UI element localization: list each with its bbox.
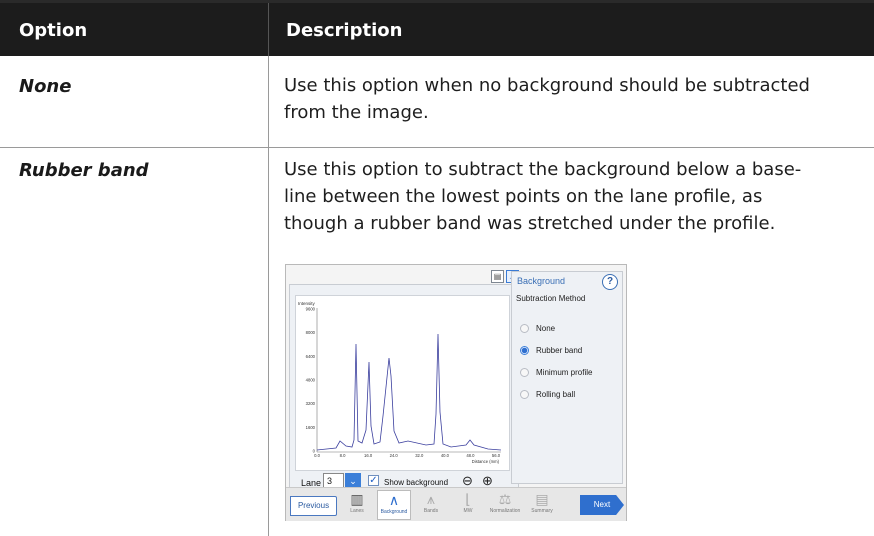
y-tick-label: 6400 [306,354,316,359]
description-line: Use this option to subtract the backgrou… [284,159,802,180]
wizard-nav: Previous ▥ Lanes ∧ Background ⩚ Bands ⌊ MW ⚖… [286,487,626,521]
x-tick-label: 8.0 [340,453,346,458]
background-settings-panel: Background ? Subtraction Method None Rub… [511,271,623,484]
step-bands[interactable]: ⩚ Bands [414,490,448,520]
summary-icon: ▤ [535,491,549,507]
header-option: Option [19,20,88,41]
description-line: Use this option when no background shoul… [284,75,810,96]
radio-rolling-ball[interactable] [520,390,529,399]
radio-rolling-ball-label: Rolling ball [536,390,576,399]
x-tick-label: 40.0 [441,453,450,458]
step-lanes[interactable]: ▥ Lanes [340,490,374,520]
profile-plot: Intensity 9600 8000 6400 4800 3200 1600 0 0.0 8… [295,295,510,471]
description-rubber-band: Use this option to subtract the backgrou… [284,156,864,237]
option-none: None [19,76,72,97]
step-mw[interactable]: ⌊ MW [451,490,485,520]
x-tick-label: 56.0 [492,453,501,458]
radio-rubber-band-label: Rubber band [536,346,583,355]
radio-minimum-profile[interactable] [520,368,529,377]
x-tick-label: 24.0 [390,453,399,458]
table-header: Option Description [0,0,874,59]
x-tick-label: 0.0 [314,453,320,458]
profile-svg: Intensity 9600800064004800320016000 0.0 8… [298,301,502,464]
y-tick-label: 3200 [306,401,316,406]
intensity-trace [316,333,502,451]
subtraction-method-label: Subtraction Method [516,294,586,303]
previous-button[interactable]: Previous [290,496,337,516]
header-divider [268,3,269,59]
background-icon: ∧ [388,492,400,508]
x-tick-label: 32.0 [415,453,424,458]
step-label: Bands [423,508,439,514]
column-divider [268,56,269,536]
step-label: MW [463,508,473,514]
background-screenshot: ▤ ⟋ Intensity 9600800064004800320016000 … [285,264,627,521]
step-summary[interactable]: ▤ Summary [525,490,559,520]
option-rubber-band: Rubber band [19,160,149,181]
header-description: Description [286,20,403,41]
panel-title: Background [517,276,566,286]
x-axis-label: Distance (mm) [472,459,500,464]
y-tick-label: 4800 [306,378,316,383]
step-label: Lanes [350,508,364,514]
step-label: Background [380,509,408,515]
radio-none-label: None [536,324,556,333]
step-label: Summary [531,508,553,514]
y-axis-label: Intensity [298,301,316,306]
table-view-icon[interactable]: ▤ [491,270,504,283]
y-tick-label: 8000 [306,330,316,335]
bands-icon: ⩚ [427,491,435,507]
step-normalization[interactable]: ⚖ Normalization [488,490,522,520]
lanes-icon: ▥ [350,491,364,507]
radio-none[interactable] [520,324,529,333]
next-button[interactable]: Next [580,495,624,515]
help-icon[interactable]: ? [602,274,618,290]
y-tick-label: 9600 [306,307,316,312]
row-divider [0,147,874,148]
description-line: though a rubber band was stretched under… [284,213,776,234]
step-label: Normalization [489,508,521,514]
step-background[interactable]: ∧ Background [377,490,411,520]
description-line: from the image. [284,102,429,123]
description-none: Use this option when no background shoul… [284,72,864,126]
radio-minimum-profile-label: Minimum profile [536,368,593,377]
description-line: line between the lowest points on the la… [284,186,763,207]
y-tick-label: 1600 [306,425,316,430]
mw-icon: ⌊ [465,491,471,507]
radio-rubber-band[interactable] [520,346,529,355]
x-tick-label: 48.0 [466,453,475,458]
show-background-checkbox[interactable]: ✓ [368,475,379,486]
x-tick-label: 16.0 [364,453,373,458]
show-background-label: Show background [384,478,449,487]
normalization-icon: ⚖ [498,491,512,507]
profile-panel: Intensity 9600 8000 6400 4800 3200 1600 0 0.0 8… [289,284,519,500]
